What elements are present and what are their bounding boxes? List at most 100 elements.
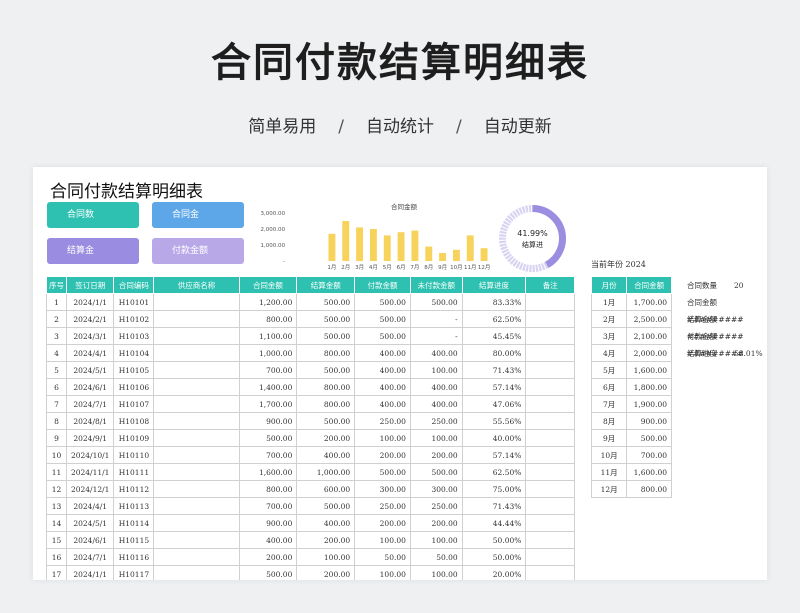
table-cell[interactable]: 900.00 [238, 412, 298, 430]
table-cell[interactable]: 1,600.00 [626, 361, 672, 379]
table-cell[interactable]: H10106 [113, 378, 155, 396]
card-contract-amount[interactable]: 合同金 [152, 202, 244, 228]
table-cell[interactable] [525, 361, 575, 379]
table-cell[interactable] [153, 531, 240, 549]
table-cell[interactable]: - [409, 327, 463, 345]
table-cell[interactable] [525, 531, 575, 549]
table-cell[interactable]: 250.00 [354, 412, 411, 430]
table-cell[interactable]: 14 [46, 514, 67, 532]
table-cell[interactable]: H10104 [113, 344, 155, 362]
table-cell[interactable] [525, 293, 575, 311]
table-cell[interactable]: 1,100.00 [238, 327, 298, 345]
table-cell[interactable]: 400.00 [354, 344, 411, 362]
column-header[interactable]: 合同金额 [626, 276, 672, 294]
table-cell[interactable]: 100.00 [354, 565, 411, 580]
table-cell[interactable]: 100.00 [409, 565, 463, 580]
table-cell[interactable]: 6 [46, 378, 67, 396]
table-cell[interactable]: H10110 [113, 446, 155, 464]
table-cell[interactable]: 500.00 [409, 293, 463, 311]
table-cell[interactable] [525, 497, 575, 515]
table-cell[interactable]: 500.00 [354, 327, 411, 345]
table-cell[interactable] [525, 378, 575, 396]
table-cell[interactable]: 500.00 [296, 361, 356, 379]
table-cell[interactable]: 800.00 [296, 344, 356, 362]
table-cell[interactable]: 71.43% [461, 361, 527, 379]
table-cell[interactable]: 500.00 [354, 463, 411, 481]
table-cell[interactable]: 15 [46, 531, 67, 549]
table-cell[interactable]: H10107 [113, 395, 155, 413]
table-cell[interactable]: 4 [46, 344, 67, 362]
table-cell[interactable]: 500.00 [296, 497, 356, 515]
table-cell[interactable]: 2024/1/1 [65, 565, 115, 580]
table-cell[interactable]: 2,100.00 [626, 327, 672, 345]
table-cell[interactable] [525, 412, 575, 430]
table-cell[interactable]: 2月 [590, 310, 628, 328]
table-cell[interactable]: 1,000.00 [238, 344, 298, 362]
table-cell[interactable]: 1,600.00 [238, 463, 298, 481]
table-cell[interactable]: 700.00 [238, 361, 298, 379]
table-cell[interactable]: 62.50% [461, 310, 527, 328]
table-cell[interactable]: 2024/2/1 [65, 310, 115, 328]
table-cell[interactable]: 80.00% [461, 344, 527, 362]
table-cell[interactable]: 800.00 [626, 480, 672, 498]
table-cell[interactable]: 2,000.00 [626, 344, 672, 362]
table-cell[interactable]: 100.00 [409, 531, 463, 549]
table-cell[interactable]: H10115 [113, 531, 155, 549]
table-cell[interactable]: 2 [46, 310, 67, 328]
column-header[interactable]: 签订日期 [65, 276, 115, 294]
table-cell[interactable]: 300.00 [409, 480, 463, 498]
table-cell[interactable] [153, 361, 240, 379]
table-cell[interactable]: 2024/11/1 [65, 463, 115, 481]
table-cell[interactable]: 500.00 [354, 310, 411, 328]
table-cell[interactable]: 4月 [590, 344, 628, 362]
table-cell[interactable]: 44.44% [461, 514, 527, 532]
table-cell[interactable]: 600.00 [296, 480, 356, 498]
table-cell[interactable]: H10108 [113, 412, 155, 430]
table-cell[interactable]: 55.56% [461, 412, 527, 430]
table-cell[interactable]: 1,000.00 [296, 463, 356, 481]
table-cell[interactable]: 57.14% [461, 378, 527, 396]
table-cell[interactable]: 1 [46, 293, 67, 311]
table-cell[interactable]: 2024/5/1 [65, 361, 115, 379]
table-cell[interactable]: 2024/9/1 [65, 429, 115, 447]
table-cell[interactable] [525, 310, 575, 328]
table-cell[interactable]: 700.00 [626, 446, 672, 464]
table-cell[interactable] [525, 565, 575, 580]
table-cell[interactable]: 200.00 [354, 514, 411, 532]
table-cell[interactable]: 1,700.00 [626, 293, 672, 311]
table-cell[interactable]: 7 [46, 395, 67, 413]
table-cell[interactable]: 2024/4/1 [65, 497, 115, 515]
table-cell[interactable]: H10101 [113, 293, 155, 311]
table-cell[interactable]: 2024/7/1 [65, 548, 115, 566]
table-cell[interactable]: 47.06% [461, 395, 527, 413]
table-cell[interactable] [525, 463, 575, 481]
column-header[interactable]: 付款金额 [354, 276, 411, 294]
table-cell[interactable]: 2024/7/1 [65, 395, 115, 413]
table-cell[interactable] [153, 446, 240, 464]
table-cell[interactable]: H10105 [113, 361, 155, 379]
table-cell[interactable]: 500.00 [409, 463, 463, 481]
table-cell[interactable]: 400.00 [296, 446, 356, 464]
table-cell[interactable] [525, 429, 575, 447]
table-cell[interactable]: 2024/3/1 [65, 327, 115, 345]
table-cell[interactable]: 11月 [590, 463, 628, 481]
table-cell[interactable]: H10117 [113, 565, 155, 580]
table-cell[interactable]: 400.00 [409, 344, 463, 362]
column-header[interactable]: 结算金额 [296, 276, 356, 294]
table-cell[interactable]: 500.00 [354, 293, 411, 311]
table-cell[interactable]: 10 [46, 446, 67, 464]
table-cell[interactable] [153, 293, 240, 311]
table-cell[interactable]: 50.00% [461, 548, 527, 566]
table-cell[interactable]: 12月 [590, 480, 628, 498]
table-cell[interactable]: 400.00 [354, 361, 411, 379]
table-cell[interactable]: H10112 [113, 480, 155, 498]
table-cell[interactable]: 250.00 [354, 497, 411, 515]
table-cell[interactable]: 400.00 [409, 378, 463, 396]
table-cell[interactable]: 7月 [590, 395, 628, 413]
table-cell[interactable]: H10109 [113, 429, 155, 447]
table-cell[interactable] [525, 548, 575, 566]
table-cell[interactable]: 250.00 [409, 412, 463, 430]
table-cell[interactable]: 83.33% [461, 293, 527, 311]
table-cell[interactable]: 300.00 [354, 480, 411, 498]
table-cell[interactable] [525, 395, 575, 413]
